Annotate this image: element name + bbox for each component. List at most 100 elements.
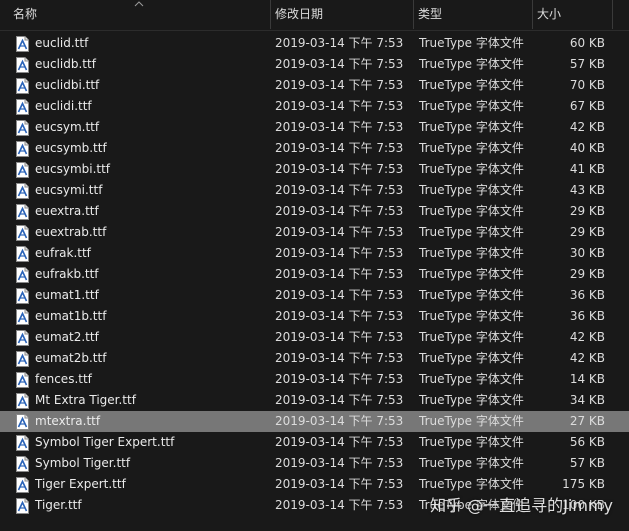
truetype-font-file-icon (16, 162, 29, 178)
file-modified-date: 2019-03-14 下午 7:53 (275, 498, 404, 512)
file-row[interactable]: euclidi.ttf 2019-03-14 下午 7:53 TrueType … (0, 96, 629, 117)
file-modified-date: 2019-03-14 下午 7:53 (275, 393, 404, 407)
file-size: 36 KB (569, 309, 605, 323)
file-modified-date: 2019-03-14 下午 7:53 (275, 414, 404, 428)
file-type: TrueType 字体文件 (419, 309, 524, 323)
file-row[interactable]: eumat1b.ttf 2019-03-14 下午 7:53 TrueType … (0, 306, 629, 327)
file-name: eumat2.ttf (35, 330, 99, 344)
file-size: 29 KB (569, 204, 605, 218)
file-row[interactable]: eucsymi.ttf 2019-03-14 下午 7:53 TrueType … (0, 180, 629, 201)
file-modified-date: 2019-03-14 下午 7:53 (275, 120, 404, 134)
file-size: 36 KB (569, 288, 605, 302)
file-size: 70 KB (569, 78, 605, 92)
truetype-font-file-icon (16, 267, 29, 283)
column-header-size[interactable]: 大小 (532, 0, 612, 31)
file-type: TrueType 字体文件 (419, 225, 524, 239)
column-header-bar: 名称 修改日期 类型 大小 (0, 0, 629, 31)
file-modified-date: 2019-03-14 下午 7:53 (275, 351, 404, 365)
file-size: 14 KB (569, 372, 605, 386)
truetype-font-file-icon (16, 351, 29, 367)
file-size: 42 KB (569, 330, 605, 344)
file-row[interactable]: eucsymb.ttf 2019-03-14 下午 7:53 TrueType … (0, 138, 629, 159)
file-modified-date: 2019-03-14 下午 7:53 (275, 204, 404, 218)
column-header-name-label: 名称 (13, 7, 38, 21)
file-type: TrueType 字体文件 (419, 162, 524, 176)
file-type: TrueType 字体文件 (419, 351, 524, 365)
file-type: TrueType 字体文件 (419, 120, 524, 134)
truetype-font-file-icon (16, 225, 29, 241)
file-type: TrueType 字体文件 (419, 414, 524, 428)
file-name: eumat1.ttf (35, 288, 99, 302)
file-modified-date: 2019-03-14 下午 7:53 (275, 78, 404, 92)
truetype-font-file-icon (16, 57, 29, 73)
file-name: euclidi.ttf (35, 99, 92, 113)
file-row[interactable]: eumat2b.ttf 2019-03-14 下午 7:53 TrueType … (0, 348, 629, 369)
file-name: euclid.ttf (35, 36, 89, 50)
file-type: TrueType 字体文件 (419, 330, 524, 344)
file-row[interactable]: fences.ttf 2019-03-14 下午 7:53 TrueType 字… (0, 369, 629, 390)
file-row[interactable]: Symbol Tiger.ttf 2019-03-14 下午 7:53 True… (0, 453, 629, 474)
truetype-font-file-icon (16, 393, 29, 409)
file-name: Symbol Tiger Expert.ttf (35, 435, 175, 449)
file-size: 30 KB (569, 246, 605, 260)
file-name: fences.ttf (35, 372, 92, 386)
file-size: 34 KB (569, 393, 605, 407)
file-modified-date: 2019-03-14 下午 7:53 (275, 225, 404, 239)
file-row[interactable]: eumat2.ttf 2019-03-14 下午 7:53 TrueType 字… (0, 327, 629, 348)
file-type: TrueType 字体文件 (419, 372, 524, 386)
header-divider (0, 30, 629, 31)
truetype-font-file-icon (16, 246, 29, 262)
file-modified-date: 2019-03-14 下午 7:53 (275, 267, 404, 281)
truetype-font-file-icon (16, 78, 29, 94)
file-size: 40 KB (569, 141, 605, 155)
file-type: TrueType 字体文件 (419, 288, 524, 302)
file-modified-date: 2019-03-14 下午 7:53 (275, 36, 404, 50)
file-modified-date: 2019-03-14 下午 7:53 (275, 435, 404, 449)
file-type: TrueType 字体文件 (419, 267, 524, 281)
file-name: eufrak.ttf (35, 246, 91, 260)
file-modified-date: 2019-03-14 下午 7:53 (275, 309, 404, 323)
file-name: eucsymbi.ttf (35, 162, 111, 176)
file-row[interactable]: euclidb.ttf 2019-03-14 下午 7:53 TrueType … (0, 54, 629, 75)
file-row[interactable]: eumat1.ttf 2019-03-14 下午 7:53 TrueType 字… (0, 285, 629, 306)
column-divider[interactable] (612, 0, 613, 29)
file-row[interactable]: euextrab.ttf 2019-03-14 下午 7:53 TrueType… (0, 222, 629, 243)
file-type: TrueType 字体文件 (419, 78, 524, 92)
file-name: Tiger.ttf (35, 498, 82, 512)
file-modified-date: 2019-03-14 下午 7:53 (275, 141, 404, 155)
file-row[interactable]: eucsym.ttf 2019-03-14 下午 7:53 TrueType 字… (0, 117, 629, 138)
file-modified-date: 2019-03-14 下午 7:53 (275, 330, 404, 344)
file-row[interactable]: eufrakb.ttf 2019-03-14 下午 7:53 TrueType … (0, 264, 629, 285)
truetype-font-file-icon (16, 99, 29, 115)
file-modified-date: 2019-03-14 下午 7:53 (275, 456, 404, 470)
column-header-type[interactable]: 类型 (413, 0, 532, 31)
file-row[interactable]: euextra.ttf 2019-03-14 下午 7:53 TrueType … (0, 201, 629, 222)
truetype-font-file-icon (16, 435, 29, 451)
truetype-font-file-icon (16, 36, 29, 52)
truetype-font-file-icon (16, 204, 29, 220)
truetype-font-file-icon (16, 456, 29, 472)
file-row[interactable]: euclid.ttf 2019-03-14 下午 7:53 TrueType 字… (0, 33, 629, 54)
file-type: TrueType 字体文件 (419, 393, 524, 407)
file-type: TrueType 字体文件 (419, 246, 524, 260)
file-row[interactable]: euclidbi.ttf 2019-03-14 下午 7:53 TrueType… (0, 75, 629, 96)
file-row[interactable]: Mt Extra Tiger.ttf 2019-03-14 下午 7:53 Tr… (0, 390, 629, 411)
file-type: TrueType 字体文件 (419, 99, 524, 113)
file-modified-date: 2019-03-14 下午 7:53 (275, 57, 404, 71)
file-row[interactable]: eufrak.ttf 2019-03-14 下午 7:53 TrueType 字… (0, 243, 629, 264)
file-name: euextrab.ttf (35, 225, 107, 239)
truetype-font-file-icon (16, 372, 29, 388)
file-type: TrueType 字体文件 (419, 36, 524, 50)
file-type: TrueType 字体文件 (419, 141, 524, 155)
truetype-font-file-icon (16, 141, 29, 157)
truetype-font-file-icon (16, 477, 29, 493)
file-name: Mt Extra Tiger.ttf (35, 393, 136, 407)
file-size: 67 KB (569, 99, 605, 113)
file-row[interactable]: Symbol Tiger Expert.ttf 2019-03-14 下午 7:… (0, 432, 629, 453)
file-modified-date: 2019-03-14 下午 7:53 (275, 99, 404, 113)
file-name: mtextra.ttf (35, 414, 101, 428)
file-row[interactable]: eucsymbi.ttf 2019-03-14 下午 7:53 TrueType… (0, 159, 629, 180)
file-row[interactable]: mtextra.ttf 2019-03-14 下午 7:53 TrueType … (0, 411, 629, 432)
column-header-date[interactable]: 修改日期 (270, 0, 413, 31)
file-name: eucsym.ttf (35, 120, 100, 134)
